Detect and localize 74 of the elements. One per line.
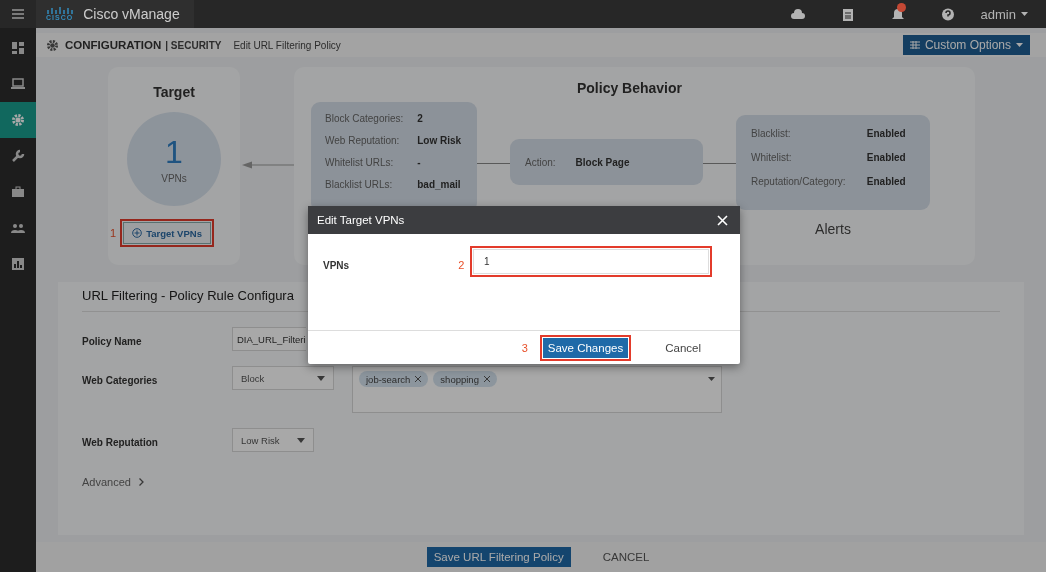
toolbox-icon: [11, 185, 25, 199]
field-label: Web Reputation: [82, 436, 159, 448]
settings-icon: [11, 113, 25, 127]
close-icon[interactable]: [717, 214, 728, 226]
summary-label: Block Categories:: [325, 113, 405, 124]
remove-icon[interactable]: [415, 376, 422, 382]
remove-icon[interactable]: [483, 376, 490, 382]
save-changes-button[interactable]: Save Changes: [542, 337, 629, 358]
tags-field[interactable]: job-search shopping: [352, 366, 722, 413]
vpns-input[interactable]: 1: [473, 249, 709, 274]
summary-label: Action:: [525, 156, 556, 168]
summary-value: Enabled: [866, 152, 907, 163]
caret-icon: [708, 377, 715, 381]
panel-title: Policy Behavior: [575, 80, 683, 96]
caret-icon: [1021, 12, 1028, 16]
dialog-title: Edit Target VPNs: [317, 214, 405, 226]
cloud-icon[interactable]: [790, 7, 805, 21]
vpn-count: 1: [165, 134, 183, 169]
add-circle-icon: [132, 228, 143, 238]
dropdown[interactable]: Block: [232, 366, 334, 390]
save-policy-button[interactable]: Save URL Filtering Policy: [426, 547, 571, 567]
card-title: Target: [153, 84, 195, 100]
user-menu[interactable]: admin: [980, 6, 1028, 22]
summary-value: Block Page: [575, 156, 630, 168]
app-title: Cisco vManage: [83, 6, 180, 22]
menu-icon[interactable]: [12, 9, 24, 19]
help-icon[interactable]: [940, 7, 955, 21]
summary-value: Low Risk: [417, 135, 463, 146]
gear-icon: [46, 38, 59, 52]
caret-icon: [317, 375, 325, 381]
vpn-label: VPNs: [161, 172, 187, 184]
advanced-link[interactable]: Advanced: [82, 476, 1000, 488]
summary-value: bad_mail: [417, 179, 462, 190]
wrench-icon: [11, 149, 25, 163]
custom-options-button[interactable]: Custom Options: [902, 35, 1030, 55]
grid-icon: [909, 41, 920, 49]
caret-icon: [1016, 43, 1023, 47]
summary-value: 2: [417, 113, 424, 124]
users-icon: [11, 221, 25, 235]
summary-label: Reputation/Category:: [751, 176, 847, 187]
field-label: Web Categories: [82, 374, 159, 386]
field-label: VPNs: [323, 259, 351, 271]
summary-label: Whitelist:: [751, 152, 793, 163]
arrow-line: [242, 161, 294, 169]
bars-logo-icon: [46, 7, 73, 14]
category-tag: shopping: [433, 371, 497, 387]
clipboard-icon[interactable]: [840, 7, 855, 21]
step-number: 3: [521, 341, 529, 354]
chart-icon: [11, 257, 25, 271]
subsection-title: | SECURITY: [165, 39, 222, 51]
category-tag: job-search: [359, 371, 429, 387]
dropdown[interactable]: Low Risk: [232, 428, 314, 452]
box-caption: Alerts: [815, 221, 851, 237]
sidebar-item[interactable]: [0, 102, 36, 138]
page-title: Edit URL Filtering Policy: [233, 39, 341, 51]
summary-label: Blacklist URLs:: [325, 179, 394, 190]
summary-label: Whitelist URLs:: [325, 157, 395, 168]
laptop-icon: [11, 77, 25, 91]
field-label: Policy Name: [82, 335, 143, 347]
section-title: CONFIGURATION: [65, 39, 162, 51]
summary-label: Web Reputation:: [325, 135, 401, 146]
caret-icon: [297, 437, 305, 443]
summary-value: -: [417, 157, 422, 168]
summary-label: Blacklist:: [751, 128, 792, 139]
summary-value: Enabled: [866, 128, 907, 139]
step-number: 1: [110, 227, 117, 239]
cancel-button[interactable]: Cancel: [659, 340, 707, 355]
policy-name-field[interactable]: DIA_URL_Filteri: [232, 327, 306, 351]
dashboard-icon: [11, 41, 25, 55]
cancel-button[interactable]: CANCEL: [596, 550, 656, 564]
step-number: 2: [458, 258, 466, 271]
chevron-right-icon: [138, 478, 144, 486]
target-vpns-button[interactable]: Target VPNs: [123, 222, 211, 244]
summary-value: Enabled: [866, 176, 907, 187]
